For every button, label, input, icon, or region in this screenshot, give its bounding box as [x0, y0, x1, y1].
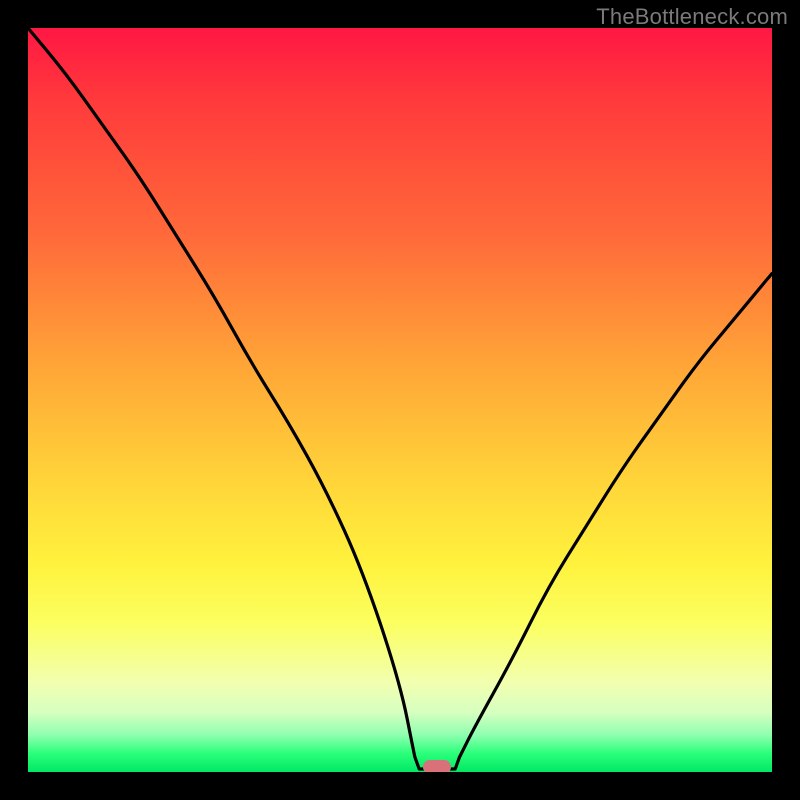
optimal-marker — [423, 760, 451, 772]
bottleneck-curve — [28, 28, 772, 772]
watermark-text: TheBottleneck.com — [596, 4, 788, 30]
chart-frame: TheBottleneck.com — [0, 0, 800, 800]
plot-area — [28, 28, 772, 772]
